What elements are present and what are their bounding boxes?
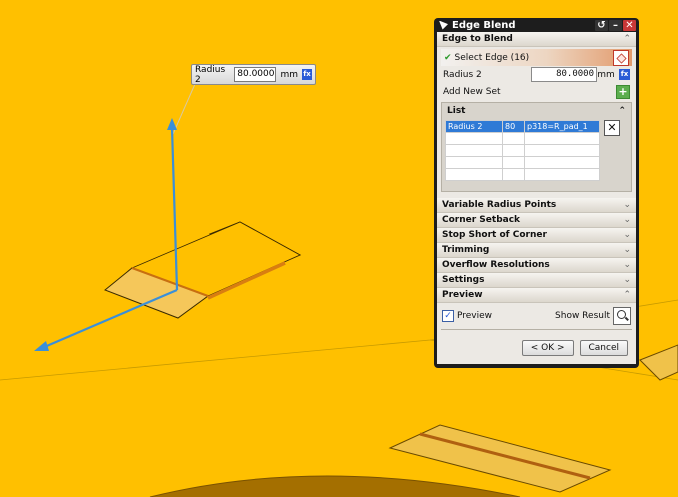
select-edge-row[interactable]: ✔ Select Edge (16) — [441, 49, 632, 66]
list-header[interactable]: List ⌃ — [445, 106, 628, 120]
table-cell — [444, 144, 504, 157]
cancel-button[interactable]: Cancel — [579, 340, 628, 356]
table-cell — [502, 156, 525, 169]
section-settings[interactable]: Settings ⌄ — [437, 273, 636, 288]
table-row[interactable] — [444, 156, 600, 169]
table-row[interactable] — [444, 132, 600, 145]
preview-checkbox[interactable]: ✓ — [442, 310, 454, 322]
chevron-down-icon[interactable]: ⌄ — [623, 230, 631, 240]
table-cell — [502, 168, 525, 181]
dialog-titlebar[interactable]: Edge Blend ↺ – ✕ — [437, 18, 636, 32]
formula-icon[interactable]: fx — [619, 69, 630, 80]
table-cell — [444, 168, 504, 181]
chevron-down-icon[interactable]: ⌄ — [623, 260, 631, 270]
select-edge-label: Select Edge (16) — [454, 52, 530, 63]
chevron-down-icon[interactable]: ⌄ — [623, 200, 631, 210]
z-axis-arrowhead[interactable] — [167, 118, 177, 130]
chevron-up-icon[interactable]: ⌃ — [623, 290, 631, 300]
table-cell — [444, 156, 504, 169]
chevron-up-icon[interactable]: ⌃ — [618, 106, 626, 116]
table-cell: 80 — [502, 120, 525, 133]
radius-unit: mm — [597, 69, 615, 80]
table-cell — [444, 132, 504, 145]
section-variable-radius-points[interactable]: Variable Radius Points ⌄ — [437, 198, 636, 213]
table-cell — [502, 132, 525, 145]
table-cell — [524, 144, 600, 157]
section-label: Trimming — [442, 245, 490, 255]
tag-label: Radius 2 — [195, 64, 226, 85]
section-label: Preview — [442, 290, 483, 300]
section-trimming[interactable]: Trimming ⌄ — [437, 243, 636, 258]
bottom-surface-arc — [149, 475, 521, 497]
close-button[interactable]: ✕ — [623, 19, 636, 31]
minimize-button[interactable]: – — [609, 19, 622, 31]
divider — [441, 329, 632, 330]
dialog-body: Edge to Blend ⌃ ✔ Select Edge (16) Radiu… — [437, 32, 636, 364]
ok-button[interactable]: < OK > — [521, 340, 574, 356]
list-panel: List ⌃ Radius 2 80 p318=R_pad_1 ✕ — [441, 102, 632, 192]
section-preview[interactable]: Preview ⌃ — [437, 288, 636, 303]
blend-sets-table[interactable]: Radius 2 80 p318=R_pad_1 — [444, 120, 600, 181]
section-label: Variable Radius Points — [442, 200, 557, 210]
radius-dynamic-input[interactable]: Radius 2 80.0000 mm fx — [191, 64, 316, 85]
section-stop-short-of-corner[interactable]: Stop Short of Corner ⌄ — [437, 228, 636, 243]
add-new-set-label: Add New Set — [443, 86, 501, 97]
table-row[interactable] — [444, 168, 600, 181]
table-cell — [524, 156, 600, 169]
chevron-up-icon[interactable]: ⌃ — [623, 34, 631, 44]
table-cell — [524, 132, 600, 145]
table-row[interactable]: Radius 2 80 p318=R_pad_1 — [444, 120, 600, 133]
tag-unit: mm — [280, 69, 298, 80]
table-cell — [502, 144, 525, 157]
section-label: Stop Short of Corner — [442, 230, 547, 240]
formula-icon[interactable]: fx — [302, 69, 312, 80]
list-label: List — [447, 106, 466, 116]
add-new-set-row: Add New Set + — [437, 83, 636, 100]
x-axis-arrowhead[interactable] — [34, 341, 49, 351]
chevron-down-icon[interactable]: ⌄ — [623, 215, 631, 225]
show-result-label: Show Result — [555, 311, 610, 321]
section-label: Settings — [442, 275, 485, 285]
section-label: Overflow Resolutions — [442, 260, 550, 270]
radius-input[interactable]: 80.0000 — [531, 67, 597, 82]
preview-label: Preview — [457, 311, 493, 321]
dialog-footer: < OK > Cancel — [521, 340, 628, 356]
dialog-title: Edge Blend — [452, 19, 516, 31]
tag-value-field[interactable]: 80.0000 — [234, 67, 277, 82]
section-label: Edge to Blend — [442, 34, 513, 44]
dialog-logo-icon — [439, 20, 448, 30]
section-overflow-resolutions[interactable]: Overflow Resolutions ⌄ — [437, 258, 636, 273]
reset-button[interactable]: ↺ — [595, 19, 608, 31]
section-label: Corner Setback — [442, 215, 521, 225]
checkmark-icon: ✔ — [444, 52, 452, 63]
chevron-down-icon[interactable]: ⌄ — [623, 245, 631, 255]
add-set-icon[interactable]: + — [616, 84, 630, 99]
table-cell — [524, 168, 600, 181]
preview-row: ✓ Preview Show Result — [437, 303, 636, 329]
table-cell: p318=R_pad_1 — [524, 120, 600, 133]
magnifier-icon[interactable] — [613, 307, 631, 325]
chevron-down-icon[interactable]: ⌄ — [623, 275, 631, 285]
remove-set-button[interactable]: ✕ — [604, 120, 620, 136]
x-axis[interactable] — [41, 288, 178, 350]
section-corner-setback[interactable]: Corner Setback ⌄ — [437, 213, 636, 228]
radius-row: Radius 2 80.0000 mm fx — [437, 66, 636, 83]
tag-leader-line — [172, 83, 196, 135]
table-row[interactable] — [444, 144, 600, 157]
edge-selection-icon[interactable] — [613, 49, 629, 66]
section-edge-to-blend[interactable]: Edge to Blend ⌃ — [437, 32, 636, 47]
radius-label: Radius 2 — [443, 69, 482, 80]
edge-blend-dialog: Edge Blend ↺ – ✕ Edge to Blend ⌃ ✔ Selec… — [434, 18, 639, 368]
table-cell: Radius 2 — [444, 120, 504, 133]
